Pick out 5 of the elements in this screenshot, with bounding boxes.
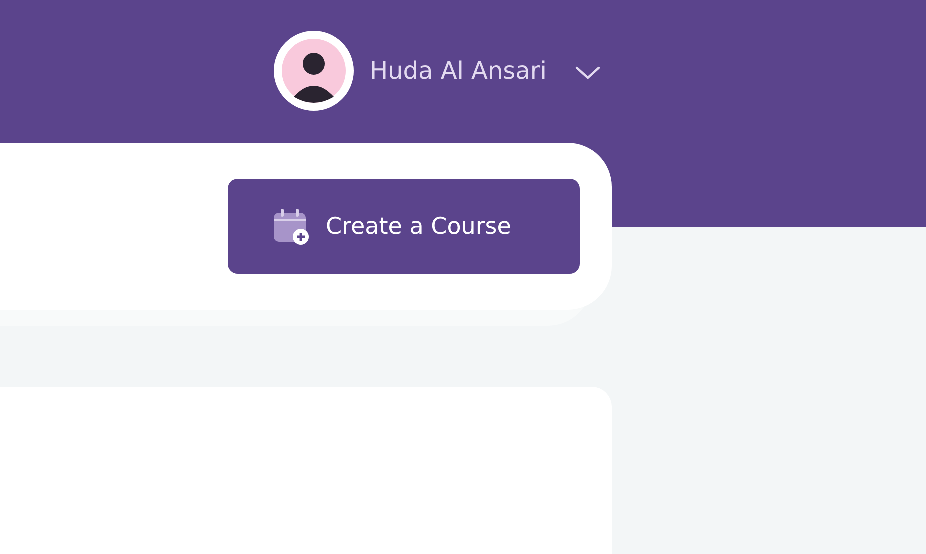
calendar-plus-icon <box>272 208 310 246</box>
create-course-button[interactable]: Create a Course <box>228 179 580 274</box>
chevron-down-icon[interactable] <box>574 66 601 80</box>
user-name[interactable]: Huda Al Ansari <box>370 56 547 84</box>
avatar[interactable] <box>274 30 354 110</box>
